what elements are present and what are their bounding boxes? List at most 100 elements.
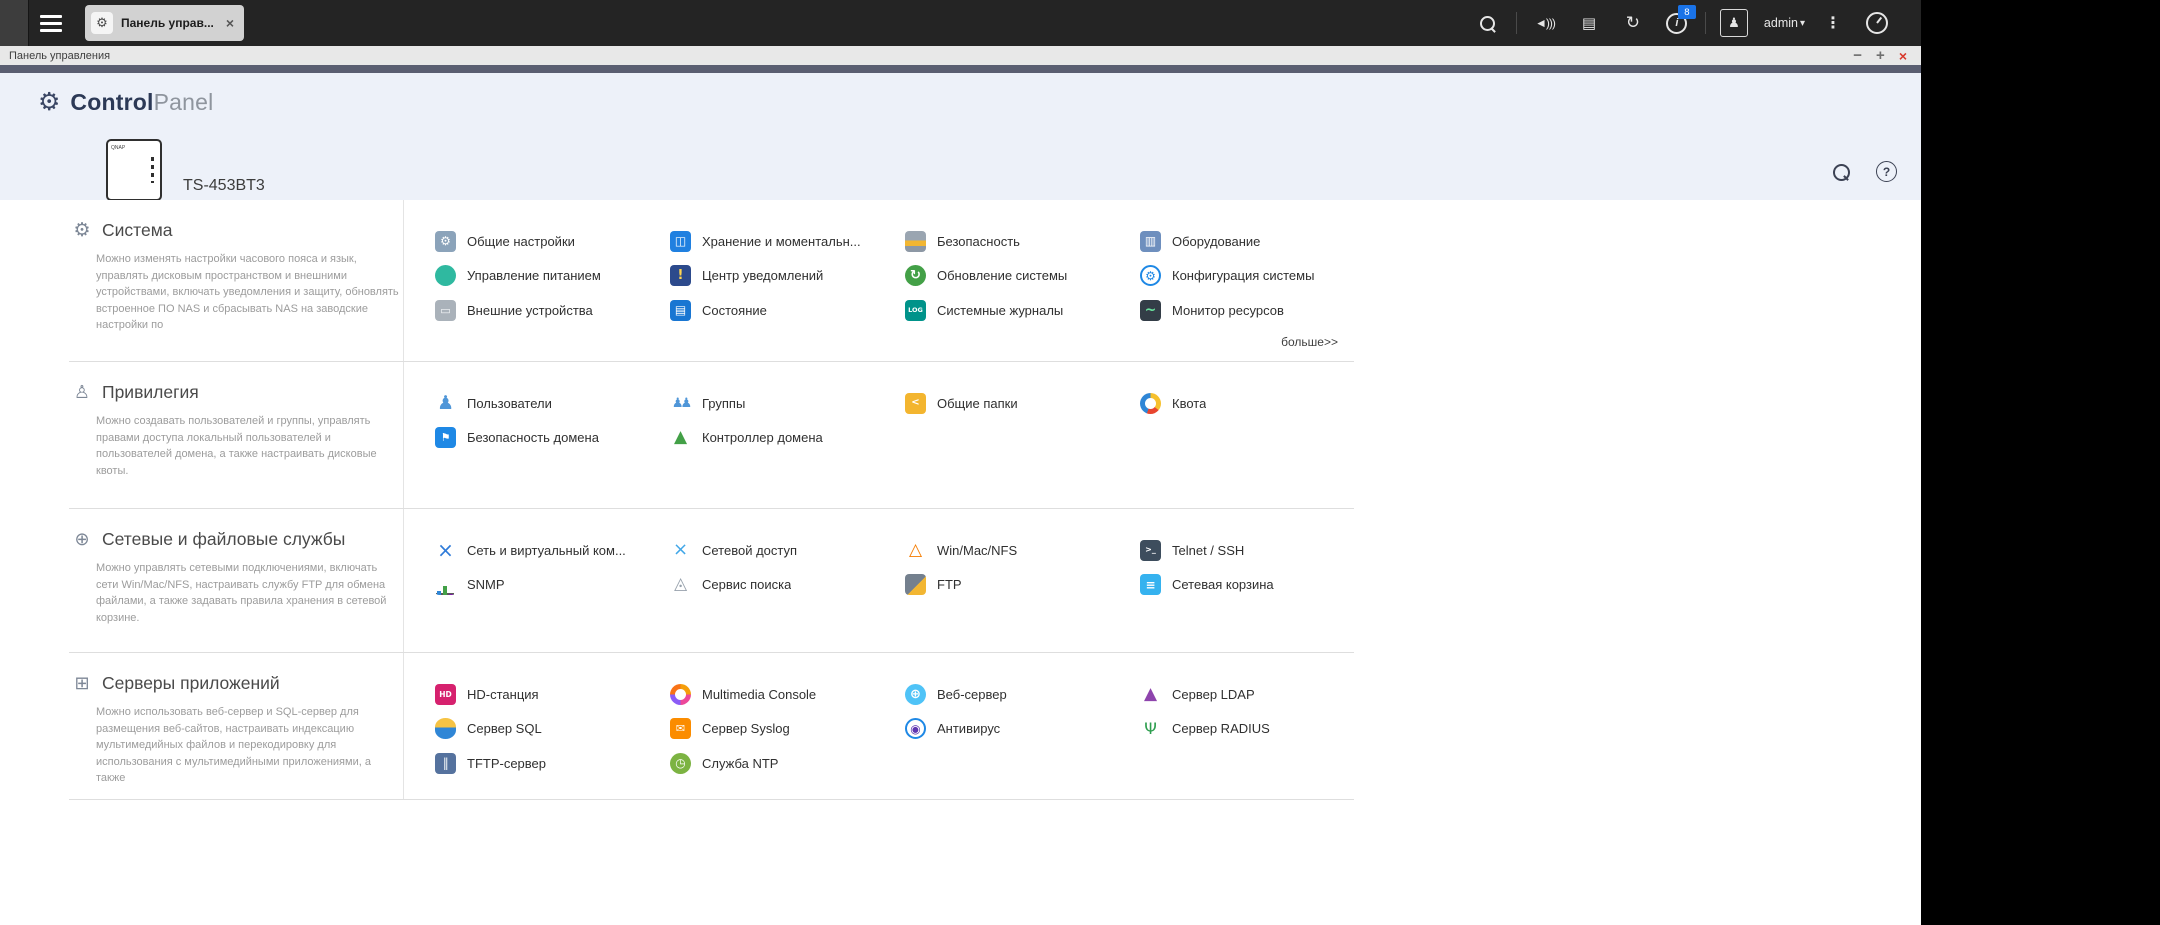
item-label: Хранение и моментальн... bbox=[702, 233, 861, 249]
item-external-device[interactable]: ▭ Внешние устройства bbox=[435, 293, 670, 328]
item-label: Пользователи bbox=[467, 395, 552, 411]
network-virtual-switch-icon: × bbox=[437, 538, 454, 563]
logo-bold: Control bbox=[70, 88, 154, 115]
section-title: Серверы приложений bbox=[102, 673, 280, 693]
tab-control-panel[interactable]: ⚙ Панель управ... × bbox=[85, 5, 245, 41]
antivirus-icon: ◉ bbox=[905, 718, 926, 740]
system-section-icon: ⚙ bbox=[73, 219, 91, 241]
item-power[interactable]: ⚙ Управление питанием bbox=[435, 259, 670, 294]
item-antivirus[interactable]: ◉ Антивирус bbox=[905, 712, 1140, 747]
item-domain-security[interactable]: ⚑ Безопасность домена bbox=[435, 421, 670, 456]
tab-close-icon[interactable]: × bbox=[226, 15, 234, 31]
item-quota[interactable]: Квота bbox=[1140, 386, 1375, 421]
control-panel-gear-icon: ⚙ bbox=[38, 88, 61, 116]
item-hd-station[interactable]: HD HD-станция bbox=[435, 677, 670, 712]
multimedia-console-icon bbox=[670, 683, 691, 705]
item-resource-monitor[interactable]: ~ Монитор ресурсов bbox=[1140, 293, 1375, 328]
content-area: ⚙ Система Можно изменять настройки часовог… bbox=[0, 200, 1921, 925]
item-ntp-service[interactable]: ◷ Служба NTP bbox=[670, 746, 905, 781]
item-label: Сервис поиска bbox=[702, 577, 792, 593]
section-description: Можно управлять сетевыми подключениями, … bbox=[96, 562, 387, 624]
item-web-server[interactable]: ⊕ Веб-сервер bbox=[905, 677, 1140, 712]
section-network-file-services: ⊕ Сетевые и файловые службы Можно управлят… bbox=[69, 509, 1354, 653]
tasks-icon: ▤ bbox=[1581, 15, 1597, 32]
item-label: Контроллер домена bbox=[702, 430, 823, 446]
item-label: FTP bbox=[937, 577, 962, 593]
item-shared-folders[interactable]: < Общие папки bbox=[905, 386, 1140, 421]
minimize-button[interactable]: − bbox=[1853, 48, 1862, 63]
section-description: Можно создавать пользователей и группы, … bbox=[96, 415, 377, 477]
item-network-access[interactable]: × Сетевой доступ bbox=[670, 533, 905, 568]
item-general-settings[interactable]: ⚙ Общие настройки bbox=[435, 224, 670, 259]
item-groups[interactable]: ♟♟ Группы bbox=[670, 386, 905, 421]
volume-button[interactable]: ◄))) bbox=[1523, 0, 1567, 46]
item-label: Общие папки bbox=[937, 395, 1018, 411]
discovery-service-icon: ◬ bbox=[673, 574, 688, 595]
search-button[interactable] bbox=[1466, 0, 1510, 46]
item-system-update[interactable]: ↻ Обновление системы bbox=[905, 259, 1140, 294]
item-system-logs[interactable]: LOG Системные журналы bbox=[905, 293, 1140, 328]
item-notification-center[interactable]: ! Центр уведомлений bbox=[670, 259, 905, 294]
item-label: Оборудование bbox=[1172, 233, 1261, 249]
item-telnet-ssh[interactable]: >_ Telnet / SSH bbox=[1140, 533, 1375, 568]
more-icon: ⋮ bbox=[1825, 15, 1841, 32]
app-header: ⚙ ControlPanel ? TS-453BT3 Версия програ… bbox=[0, 73, 1921, 241]
item-radius-server[interactable]: Ψ Сервер RADIUS bbox=[1140, 712, 1375, 747]
item-label: Сетевой доступ bbox=[702, 542, 798, 558]
close-button[interactable]: × bbox=[1899, 49, 1907, 63]
privilege-section-icon: ♙ bbox=[73, 381, 91, 403]
network-section-icon: ⊕ bbox=[74, 528, 90, 550]
section-title: Сетевые и файловые службы bbox=[102, 529, 346, 549]
sync-button[interactable]: ↻ bbox=[1611, 0, 1655, 46]
tftp-server-icon: ‖ bbox=[435, 752, 456, 774]
web-server-icon: ⊕ bbox=[905, 683, 926, 705]
window-accent-strip bbox=[0, 65, 1921, 73]
item-system-config[interactable]: ⚙ Конфигурация системы bbox=[1140, 259, 1375, 294]
maximize-button[interactable]: + bbox=[1876, 48, 1885, 63]
domain-security-icon: ⚑ bbox=[435, 427, 456, 449]
help-button[interactable]: ? bbox=[1876, 161, 1897, 182]
notifications-button[interactable]: i 8 bbox=[1655, 0, 1699, 46]
item-ftp[interactable]: FTP bbox=[905, 568, 1140, 603]
item-network-virtual-switch[interactable]: × Сеть и виртуальный ком... bbox=[435, 533, 670, 568]
section-title: Система bbox=[102, 220, 173, 240]
item-syslog-server[interactable]: ✉ Сервер Syslog bbox=[670, 712, 905, 747]
main-menu-button[interactable] bbox=[29, 0, 73, 46]
item-storage-snapshots[interactable]: ◫ Хранение и моментальн... bbox=[670, 224, 905, 259]
hardware-icon: ▥ bbox=[1140, 230, 1161, 252]
item-win-mac-nfs[interactable]: △ Win/Mac/NFS bbox=[905, 533, 1140, 568]
notification-badge: 8 bbox=[1677, 5, 1696, 19]
volume-icon: ◄))) bbox=[1534, 16, 1556, 30]
dashboard-button[interactable] bbox=[1855, 0, 1899, 46]
more-options-button[interactable]: ⋮ bbox=[1811, 0, 1855, 46]
item-ldap-server[interactable]: ▲ Сервер LDAP bbox=[1140, 677, 1375, 712]
network-recycle-bin-icon: ≡ bbox=[1140, 574, 1161, 596]
telnet-ssh-icon: >_ bbox=[1140, 539, 1161, 561]
section-description: Можно изменять настройки часового пояса … bbox=[96, 253, 399, 331]
item-domain-controller[interactable]: ▲ Контроллер домена bbox=[670, 421, 905, 456]
app-search-button[interactable] bbox=[1833, 164, 1850, 186]
item-label: Служба NTP bbox=[702, 755, 779, 771]
divider bbox=[1515, 12, 1517, 34]
item-multimedia-console[interactable]: Multimedia Console bbox=[670, 677, 905, 712]
item-network-recycle-bin[interactable]: ≡ Сетевая корзина bbox=[1140, 568, 1375, 603]
users-icon: ♟ bbox=[436, 391, 455, 414]
item-hardware[interactable]: ▥ Оборудование bbox=[1140, 224, 1375, 259]
more-link[interactable]: больше>> bbox=[1281, 335, 1338, 349]
item-status[interactable]: ▤ Состояние bbox=[670, 293, 905, 328]
user-button[interactable]: ♟ bbox=[1712, 0, 1756, 46]
item-users[interactable]: ♟ Пользователи bbox=[435, 386, 670, 421]
user-icon: ♟ bbox=[1719, 9, 1748, 37]
groups-icon: ♟♟ bbox=[671, 395, 692, 411]
item-sql-server[interactable]: Сервер SQL bbox=[435, 712, 670, 747]
item-tftp-server[interactable]: ‖ TFTP-сервер bbox=[435, 746, 670, 781]
topbar-right: ◄))) ▤ ↻ i 8 ♟ admin ▾ ⋮ bbox=[1466, 0, 1921, 46]
admin-menu[interactable]: admin bbox=[1764, 16, 1798, 30]
chevron-down-icon[interactable]: ▾ bbox=[1800, 18, 1805, 29]
network-access-icon: × bbox=[672, 539, 689, 561]
item-discovery-service[interactable]: ◬ Сервис поиска bbox=[670, 568, 905, 603]
background-tasks-button[interactable]: ▤ bbox=[1567, 0, 1611, 46]
section-title: Привилегия bbox=[102, 382, 199, 402]
item-snmp[interactable]: SNMP bbox=[435, 568, 670, 603]
item-security[interactable]: Безопасность bbox=[905, 224, 1140, 259]
